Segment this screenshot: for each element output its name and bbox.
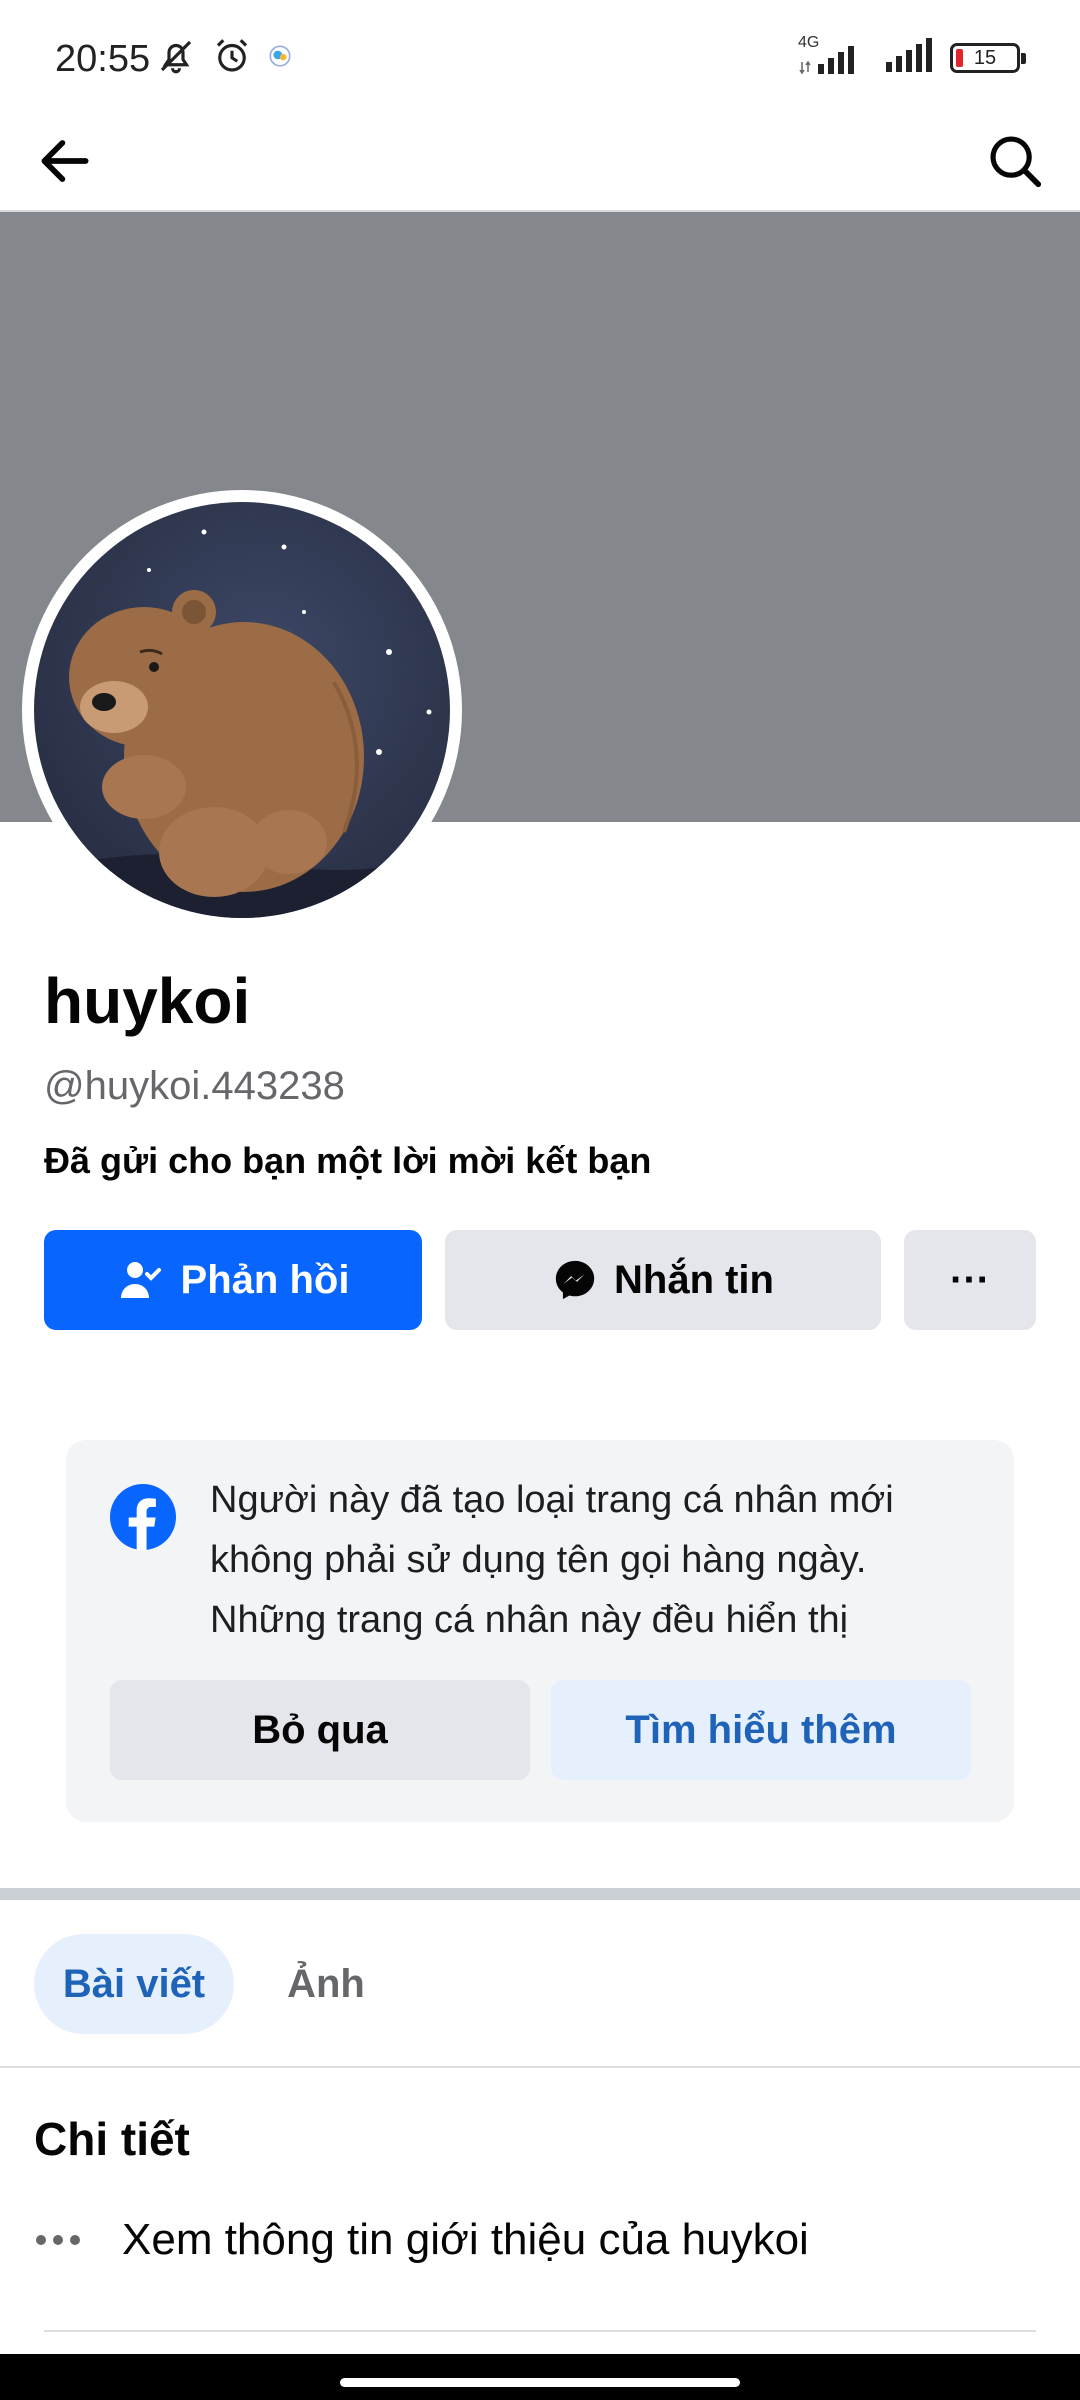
section-divider [0, 1888, 1080, 1900]
search-button[interactable] [970, 116, 1060, 206]
more-dots-icon [34, 2233, 122, 2247]
signal-icon [882, 36, 936, 81]
facebook-logo-icon [110, 1484, 176, 1550]
status-icons-left [155, 36, 293, 80]
friend-request-text: Đã gửi cho bạn một lời mời kết bạn [44, 1140, 652, 1181]
profile-type-info-card: Người này đã tạo loại trang cá nhân mới … [66, 1440, 1014, 1822]
status-time: 20:55 [55, 38, 151, 80]
profile-name: huykoi [44, 965, 251, 1037]
message-label: Nhắn tin [614, 1257, 774, 1302]
action-row: Phản hồi Nhắn tin ··· [44, 1230, 1036, 1330]
tab-photos[interactable]: Ảnh [256, 1934, 396, 2034]
bell-muted-icon [155, 35, 197, 82]
status-bar: 20:55 4G 15 [0, 0, 1080, 110]
back-button[interactable] [20, 116, 110, 206]
info-card-text: Người này đã tạo loại trang cá nhân mới … [210, 1470, 970, 1650]
signal-4g-icon: 4G [798, 34, 868, 78]
avatar-image [34, 502, 450, 918]
search-icon [990, 136, 1042, 188]
tab-posts[interactable]: Bài viết [34, 1934, 234, 2034]
battery-icon: 15 [950, 43, 1026, 73]
details-divider [44, 2330, 1036, 2332]
status-icons-right: 4G 15 [798, 34, 1026, 81]
tabs-divider [0, 2066, 1080, 2068]
respond-label: Phản hồi [180, 1257, 350, 1302]
info-line: Người này đã tạo loại trang cá nhân mới [210, 1479, 894, 1521]
arrow-left-icon [41, 140, 89, 182]
system-nav-bar [0, 2354, 1080, 2400]
profile-avatar[interactable] [22, 490, 462, 930]
alarm-clock-icon [211, 35, 253, 82]
messenger-icon [555, 1260, 595, 1300]
view-intro-link: Xem thông tin giới thiệu của huykoi [122, 2215, 809, 2264]
info-line: Những trang cá nhân này đều hiển thị [210, 1599, 849, 1641]
view-intro-row[interactable]: Xem thông tin giới thiệu của huykoi [34, 2200, 1044, 2280]
top-nav [0, 110, 1080, 212]
profile-handle: @huykoi.443238 [44, 1064, 345, 1108]
person-check-icon [120, 1262, 161, 1298]
home-indicator[interactable] [340, 2378, 740, 2387]
learn-more-button[interactable]: Tìm hiểu thêm [551, 1680, 971, 1780]
skip-button[interactable]: Bỏ qua [110, 1680, 530, 1780]
respond-button[interactable]: Phản hồi [44, 1230, 422, 1330]
more-label: ··· [950, 1257, 990, 1302]
info-line: không phải sử dụng tên gọi hàng ngày. [210, 1539, 867, 1581]
app-notification-icon [267, 43, 293, 74]
battery-percent: 15 [973, 46, 997, 69]
message-button[interactable]: Nhắn tin [445, 1230, 881, 1330]
more-options-button[interactable]: ··· [904, 1230, 1036, 1330]
details-title: Chi tiết [34, 2113, 190, 2165]
battery-level [956, 49, 963, 67]
